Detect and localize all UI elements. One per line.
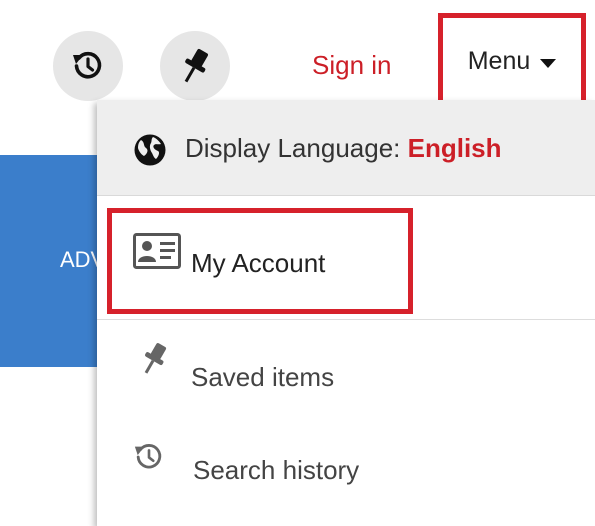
- menu-item-label: My Account: [191, 248, 326, 278]
- menu-item-saved-items[interactable]: Saved items: [97, 325, 595, 415]
- globe-icon: [134, 134, 166, 166]
- saved-items-button[interactable]: [160, 31, 230, 101]
- menu-label: Menu: [467, 46, 531, 75]
- menu-item-label: Saved items: [191, 362, 335, 392]
- menu-button[interactable]: Menu: [438, 13, 586, 109]
- display-language-label: Display Language:: [185, 133, 401, 163]
- display-language-value[interactable]: English: [408, 133, 502, 163]
- menu-item-search-history[interactable]: Search history: [97, 418, 595, 518]
- history-icon: [134, 444, 162, 469]
- menu-item-label: Search history: [193, 455, 360, 485]
- chevron-down-icon: [540, 59, 557, 68]
- display-language-text: Display Language: English: [185, 133, 502, 164]
- pin-icon: [184, 49, 208, 83]
- sign-in-link[interactable]: Sign in: [312, 50, 392, 81]
- pin-icon: [144, 343, 167, 374]
- divider: [97, 319, 595, 320]
- history-icon: [73, 51, 102, 79]
- account-card-icon: [133, 233, 181, 269]
- menu-dropdown: Display Language: English My Account Sav…: [97, 100, 595, 526]
- display-language-item[interactable]: Display Language: English: [97, 100, 595, 196]
- menu-item-my-account[interactable]: My Account: [97, 208, 595, 318]
- search-history-button[interactable]: [53, 31, 123, 101]
